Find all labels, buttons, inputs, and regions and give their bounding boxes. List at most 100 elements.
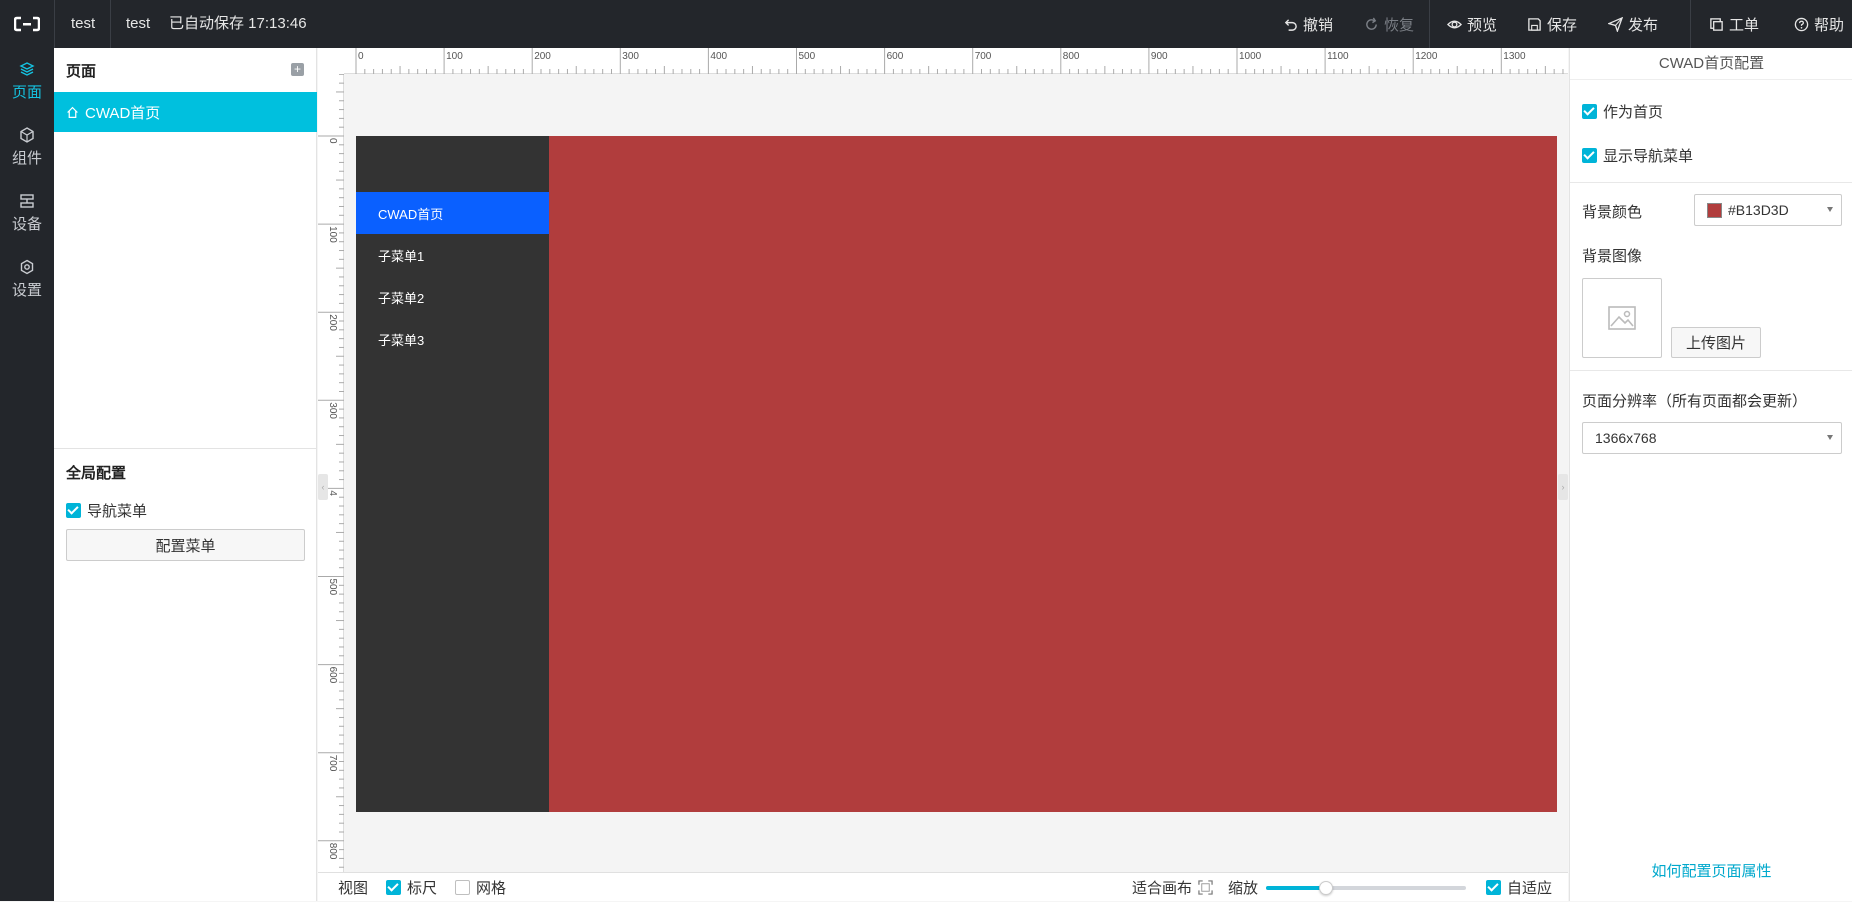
rail-item-settings[interactable]: 设置	[0, 246, 54, 312]
auto-fit-checkbox[interactable]: 自适应	[1486, 873, 1552, 902]
auto-fit-checkbox-label: 自适应	[1507, 880, 1553, 897]
page-list-item[interactable]: CWAD首页	[54, 92, 317, 132]
ruler-label: 500	[327, 579, 338, 596]
ruler-label: 800	[1063, 51, 1080, 62]
bg-color-label: 背景颜色	[1582, 204, 1643, 221]
divider	[1570, 182, 1852, 183]
zoom-label: 缩放	[1228, 880, 1259, 897]
ruler-label: 800	[327, 843, 338, 860]
ruler-label: 100	[446, 51, 463, 62]
chevron-down-icon	[1827, 435, 1833, 440]
bg-image-preview[interactable]	[1582, 278, 1662, 358]
ruler-checkbox[interactable]: 标尺	[386, 873, 437, 902]
checkbox-unchecked[interactable]	[455, 880, 470, 895]
project-name[interactable]: test	[71, 0, 95, 48]
undo-button[interactable]: 撤销	[1283, 0, 1333, 48]
config-menu-button[interactable]: 配置菜单	[66, 529, 305, 561]
page-name[interactable]: test	[126, 0, 150, 48]
ruler-label: 1000	[1239, 51, 1262, 62]
ruler-label: 300	[622, 51, 639, 62]
rail-item-pages[interactable]: 页面	[0, 48, 54, 114]
plus-square-icon[interactable]: +	[291, 63, 304, 76]
global-config-title: 全局配置	[66, 465, 127, 482]
autosave-status: 已自动保存 17:13:46	[169, 15, 307, 32]
fit-canvas-label: 适合画布	[1132, 880, 1193, 897]
help-button[interactable]: 帮助	[1794, 0, 1844, 48]
chevron-down-icon	[1827, 207, 1833, 212]
ruler-label: 1100	[1327, 51, 1349, 62]
rail-label: 页面	[11, 83, 42, 101]
save-icon	[1528, 17, 1541, 31]
app-logo[interactable]	[0, 0, 54, 48]
ruler-label: 500	[799, 51, 816, 62]
ruler-top[interactable]: 0 100 200 300 400 500 600 700 800 900 1000 1100 1200…	[344, 48, 1568, 74]
preview-label: 预览	[1467, 16, 1498, 34]
ruler-label: 0	[358, 51, 364, 62]
set-home-checkbox[interactable]: 作为首页	[1582, 101, 1663, 122]
nav-item-submenu1[interactable]: 子菜单1	[356, 234, 549, 276]
ticket-icon	[1710, 17, 1723, 31]
ruler-checkbox-label: 标尺	[407, 880, 438, 897]
grid-checkbox-label: 网格	[476, 880, 507, 897]
canvas-area[interactable]: 0 100 200 300 400 500 600 700 800 900 1000 1100 1200…	[318, 48, 1568, 872]
redo-button[interactable]: 恢复	[1364, 0, 1414, 48]
checkbox-checked[interactable]	[66, 503, 81, 518]
help-icon	[1794, 17, 1809, 31]
help-label: 帮助	[1814, 16, 1845, 34]
collapse-right-handle[interactable]: ›	[1558, 474, 1568, 500]
upload-image-button[interactable]: 上传图片	[1671, 327, 1761, 358]
grid-checkbox[interactable]: 网格	[455, 873, 506, 902]
help-link[interactable]: 如何配置页面属性	[1570, 860, 1852, 881]
ticket-label: 工单	[1729, 16, 1760, 34]
resolution-label: 页面分辨率（所有页面都会更新）	[1582, 393, 1808, 410]
home-icon	[67, 106, 78, 118]
fit-canvas-button[interactable]: 适合画布	[1132, 873, 1213, 902]
config-panel-title: CWAD首页配置	[1570, 48, 1852, 80]
redo-icon	[1366, 17, 1377, 30]
zoom-slider[interactable]	[1266, 881, 1466, 895]
top-toolbar: test test 已自动保存 17:13:46 撤销 恢复 预览 保存 发布 …	[0, 0, 1852, 48]
save-button[interactable]: 保存	[1527, 0, 1577, 48]
nav-item-submenu2[interactable]: 子菜单2	[356, 276, 549, 318]
ruler-left[interactable]: 0 100 200 300 4 500 600 700 800	[318, 74, 344, 872]
set-home-checkbox-label: 作为首页	[1603, 104, 1664, 121]
divider	[54, 448, 317, 449]
rail-item-devices[interactable]: 设备	[0, 180, 54, 246]
checkbox-checked[interactable]	[386, 880, 401, 895]
nav-item-submenu3[interactable]: 子菜单3	[356, 318, 549, 360]
side-rail: 页面 组件 设备 设置	[0, 48, 54, 901]
ticket-button[interactable]: 工单	[1709, 0, 1759, 48]
checkbox-checked[interactable]	[1582, 148, 1597, 163]
ruler-label: 400	[710, 51, 727, 62]
show-nav-checkbox[interactable]: 显示导航菜单	[1582, 145, 1693, 166]
publish-button[interactable]: 发布	[1608, 0, 1658, 48]
eye-icon	[1447, 20, 1462, 28]
nav-menu-checkbox[interactable]: 导航菜单	[66, 500, 147, 521]
show-nav-checkbox-label: 显示导航菜单	[1603, 148, 1694, 165]
ruler-label: 600	[887, 51, 904, 62]
preview-button[interactable]: 预览	[1447, 0, 1497, 48]
checkbox-checked[interactable]	[1486, 880, 1501, 895]
resolution-value: 1366x768	[1595, 430, 1657, 446]
nav-menu-checkbox-label: 导航菜单	[87, 503, 148, 520]
nav-menu[interactable]: CWAD首页 子菜单1 子菜单2 子菜单3	[356, 136, 549, 812]
rail-label: 设置	[11, 281, 42, 299]
page-config-panel: CWAD首页配置 作为首页 显示导航菜单 背景颜色 #B13D3D 背景图像 上…	[1569, 48, 1852, 901]
page-artboard[interactable]: CWAD首页 子菜单1 子菜单2 子菜单3	[356, 136, 1557, 812]
color-swatch	[1707, 202, 1722, 218]
resolution-select[interactable]: 1366x768	[1582, 422, 1842, 454]
zoom-slider-handle[interactable]	[1319, 881, 1333, 895]
logo-icon	[14, 16, 40, 32]
ruler-label: 100	[327, 226, 338, 243]
divider	[110, 0, 111, 48]
checkbox-checked[interactable]	[1582, 104, 1597, 119]
pages-panel: 页面 + CWAD首页 全局配置 导航菜单 配置菜单	[54, 48, 317, 901]
collapse-left-handle[interactable]: ‹	[318, 474, 328, 500]
ruler-label: 0	[327, 138, 338, 144]
bg-color-picker[interactable]: #B13D3D	[1694, 194, 1842, 226]
nav-item-home[interactable]: CWAD首页	[356, 192, 549, 234]
ruler-label: 600	[327, 667, 338, 684]
layers-icon	[19, 61, 35, 76]
publish-label: 发布	[1628, 16, 1659, 34]
rail-item-components[interactable]: 组件	[0, 114, 54, 180]
